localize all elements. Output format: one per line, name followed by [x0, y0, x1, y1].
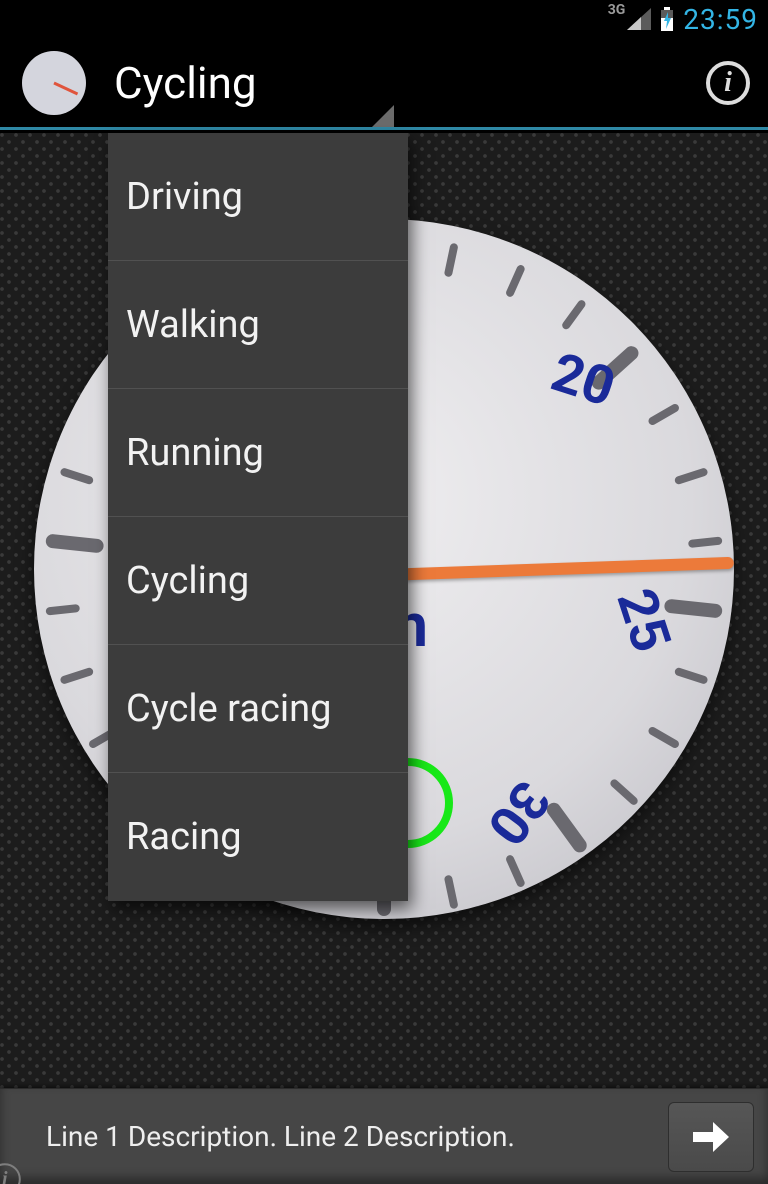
dropdown-item-cycle-racing[interactable]: Cycle racing [108, 645, 408, 773]
footer-bar: Line 1 Description. Line 2 Description. [0, 1088, 768, 1184]
dropdown-item-cycling[interactable]: Cycling [108, 517, 408, 645]
dropdown-item-label: Cycle racing [126, 687, 331, 731]
arrow-right-icon [691, 1120, 731, 1154]
gauge-number: 20 [544, 340, 622, 419]
dropdown-item-label: Driving [126, 175, 243, 219]
dropdown-item-racing[interactable]: Racing [108, 773, 408, 901]
network-indicator: 3G [608, 2, 626, 18]
dropdown-item-running[interactable]: Running [108, 389, 408, 517]
dropdown-item-walking[interactable]: Walking [108, 261, 408, 389]
footer-text: Line 1 Description. Line 2 Description. [46, 1120, 515, 1153]
dropdown-item-driving[interactable]: Driving [108, 133, 408, 261]
gauge-number: 30 [474, 768, 562, 855]
mode-spinner-label: Cycling [114, 57, 257, 109]
dropdown-item-label: Cycling [126, 559, 249, 603]
dropdown-item-label: Running [126, 431, 264, 475]
info-button[interactable]: i [706, 61, 750, 105]
battery-icon [659, 7, 675, 31]
next-button[interactable] [668, 1102, 754, 1172]
dropdown-item-label: Walking [126, 303, 260, 347]
clock: 23:59 [683, 3, 758, 36]
spinner-indicator-icon [372, 105, 394, 127]
app-icon [22, 51, 86, 115]
info-icon: i [706, 61, 750, 105]
action-bar: Cycling i [0, 38, 768, 130]
mode-spinner[interactable]: Cycling [114, 38, 394, 127]
signal-icon [627, 8, 651, 30]
dropdown-item-label: Racing [126, 815, 242, 859]
status-bar: 3G 23:59 [0, 0, 768, 38]
mode-dropdown: Driving Walking Running Cycling Cycle ra… [108, 133, 408, 901]
